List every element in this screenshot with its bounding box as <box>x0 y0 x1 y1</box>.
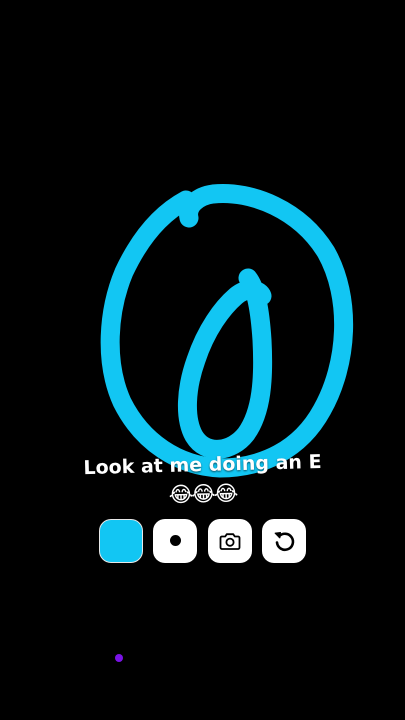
brush-size-button[interactable] <box>153 518 198 563</box>
drawing-toolbar <box>99 518 306 563</box>
cursor-dot <box>115 654 123 662</box>
camera-icon <box>219 532 241 550</box>
dot-icon <box>169 535 181 546</box>
camera-button[interactable] <box>207 518 252 563</box>
drawn-stroke-group <box>100 184 354 478</box>
drawn-stroke-outer <box>100 184 354 478</box>
undo-button[interactable] <box>261 518 306 563</box>
undo-icon <box>274 531 295 551</box>
drawn-stroke-inner <box>177 268 273 459</box>
drawing-canvas[interactable] <box>0 0 405 720</box>
color-picker-button[interactable] <box>99 518 143 563</box>
